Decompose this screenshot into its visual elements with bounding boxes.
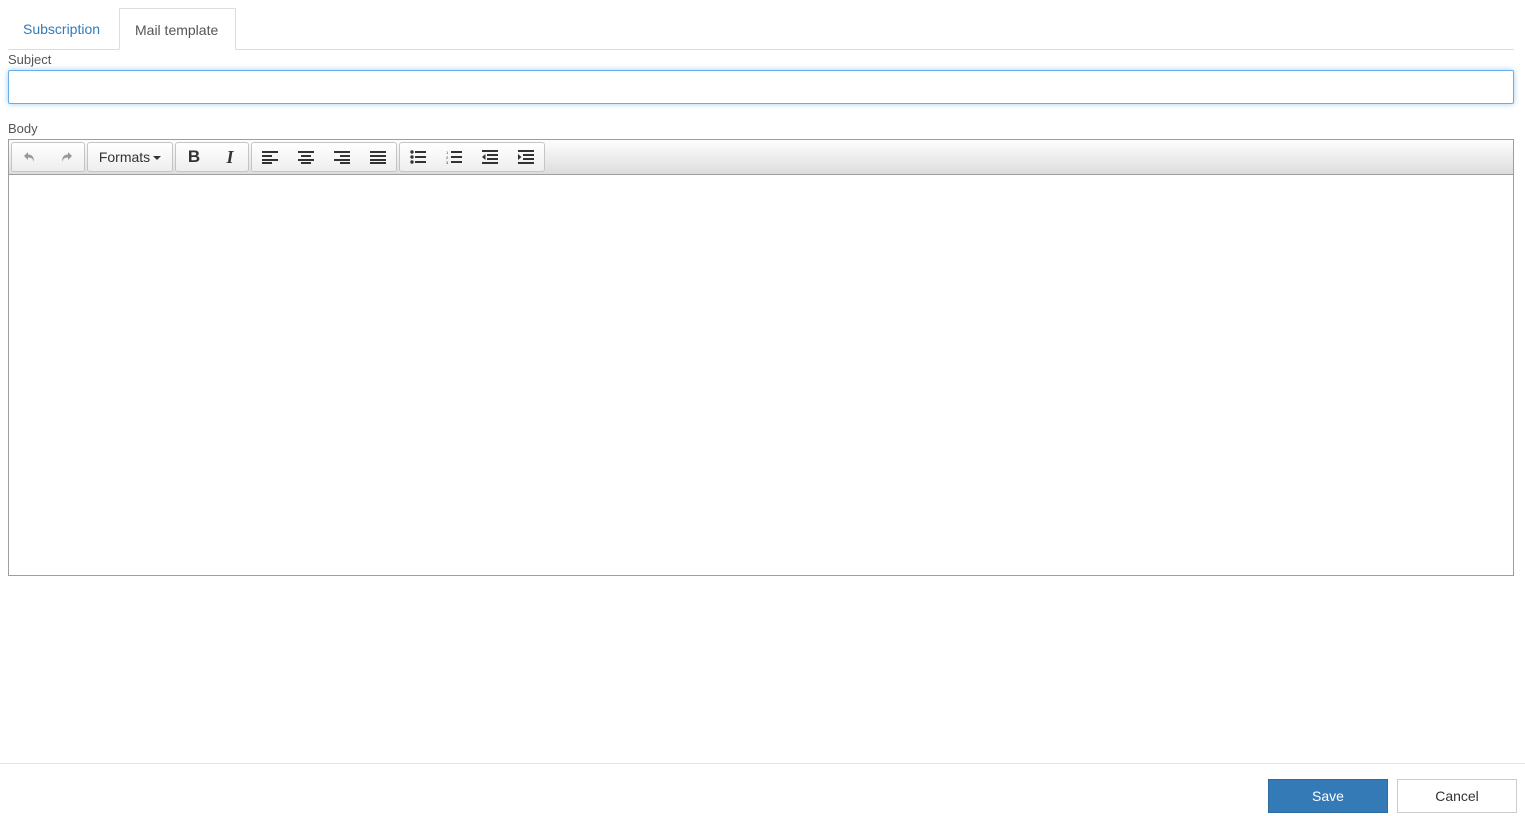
subject-label: Subject xyxy=(8,52,52,67)
align-right-icon xyxy=(334,150,350,164)
tab-bar: Subscription Mail template xyxy=(8,8,1514,50)
body-content-area[interactable] xyxy=(9,175,1513,575)
outdent-icon xyxy=(482,149,498,164)
numbered-list-icon: 123 xyxy=(446,150,462,165)
numbered-list-button[interactable]: 123 xyxy=(436,143,472,171)
formats-dropdown[interactable]: Formats xyxy=(88,143,172,171)
redo-button[interactable] xyxy=(48,143,84,171)
undo-button[interactable] xyxy=(12,143,48,171)
cancel-button[interactable]: Cancel xyxy=(1397,779,1517,813)
style-group: BI xyxy=(175,142,249,172)
svg-text:3: 3 xyxy=(446,160,449,164)
undo-icon xyxy=(24,151,34,162)
list-group: 123 xyxy=(399,142,545,172)
tab-subscription[interactable]: Subscription xyxy=(8,8,115,49)
caret-down-icon xyxy=(153,156,162,161)
indent-icon xyxy=(518,149,534,164)
italic-button[interactable]: I xyxy=(212,143,248,171)
align-right-button[interactable] xyxy=(324,143,360,171)
redo-icon xyxy=(62,151,72,162)
align-group xyxy=(251,142,397,172)
footer-divider xyxy=(0,763,1525,764)
align-left-button[interactable] xyxy=(252,143,288,171)
body-editor: Formats BI 123 xyxy=(8,139,1514,576)
tab-mail-template[interactable]: Mail template xyxy=(119,8,236,50)
bullet-list-icon xyxy=(410,150,426,164)
body-label: Body xyxy=(8,121,38,136)
align-center-icon xyxy=(298,150,314,164)
align-left-icon xyxy=(262,150,278,164)
editor-toolbar: Formats BI 123 xyxy=(9,140,1513,175)
indent-button[interactable] xyxy=(508,143,544,171)
formats-label: Formats xyxy=(98,149,151,165)
formats-group: Formats xyxy=(87,142,173,172)
align-justify-button[interactable] xyxy=(360,143,396,171)
subject-input[interactable] xyxy=(8,70,1514,104)
align-justify-icon xyxy=(370,150,386,164)
bold-button[interactable]: B xyxy=(176,143,212,171)
bullet-list-button[interactable] xyxy=(400,143,436,171)
history-group xyxy=(11,142,85,172)
outdent-button[interactable] xyxy=(472,143,508,171)
align-center-button[interactable] xyxy=(288,143,324,171)
save-button[interactable]: Save xyxy=(1268,779,1388,813)
